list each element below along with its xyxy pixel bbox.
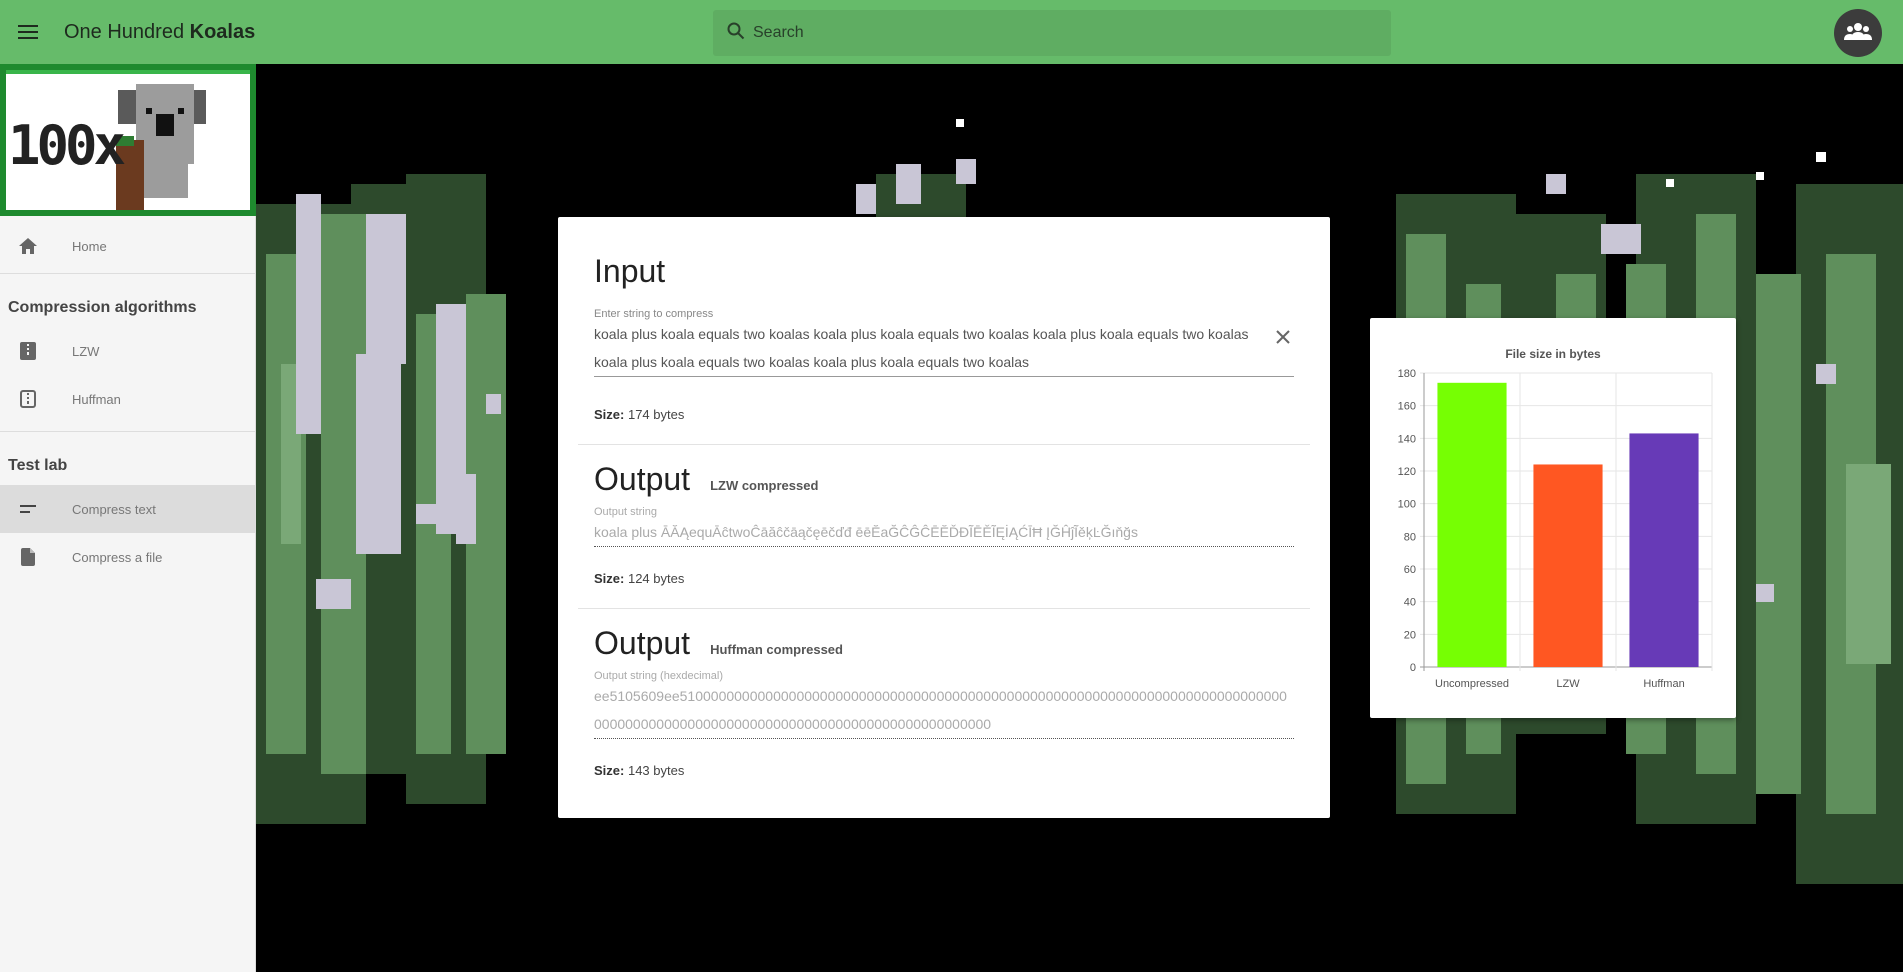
y-tick-label: 160 [1398, 401, 1416, 413]
file-icon [0, 548, 56, 566]
archive-outline-icon [0, 390, 56, 408]
section-heading-test-lab: Test lab [8, 457, 68, 474]
output-label: Output string (hexdecimal) [594, 670, 723, 682]
clear-icon[interactable] [1276, 330, 1290, 349]
sidebar-item-label: Compress a file [72, 549, 163, 565]
y-tick-label: 140 [1398, 433, 1416, 445]
output-title-text: Output [594, 461, 691, 497]
sidebar-item-label: LZW [72, 343, 100, 359]
top-app-bar: One Hundred Koalas [0, 0, 1903, 64]
y-tick-label: 80 [1404, 531, 1416, 543]
short-text-icon [0, 505, 56, 513]
output-subtitle: Huffman compressed [710, 642, 843, 657]
logo: 100x [0, 64, 256, 216]
sidebar-item-lzw[interactable]: LZW [0, 327, 255, 375]
bar-uncompressed[interactable] [1437, 382, 1507, 667]
lzw-output-text[interactable]: koala plus ĀĂĄequĀĉtwoĈāăĉčāąčęēčďđ ēēĔa… [594, 518, 1294, 547]
output-subtitle: LZW compressed [710, 478, 819, 493]
input-section: Input Enter string to compress koala plu… [558, 217, 1330, 422]
y-tick-label: 120 [1398, 466, 1416, 478]
chart-title: File size in bytes [1505, 347, 1601, 361]
y-tick-label: 0 [1410, 662, 1416, 674]
bar-lzw[interactable] [1533, 464, 1603, 667]
archive-icon [0, 342, 56, 360]
y-tick-label: 60 [1404, 564, 1416, 576]
compress-text-card: Input Enter string to compress koala plu… [558, 217, 1330, 818]
lzw-output-field[interactable]: Output string koala plus ĀĂĄequĀĉtwoĈāăĉ… [594, 506, 1294, 547]
output-title-text: Output [594, 625, 691, 661]
x-tick-label: Uncompressed [1435, 678, 1509, 690]
section-heading-compression-algorithms: Compression algorithms [8, 299, 197, 316]
sidebar-item-compress-text[interactable]: Compress text [0, 485, 255, 533]
menu-icon[interactable] [0, 0, 56, 64]
input-title: Input [594, 253, 666, 289]
sidebar-item-label: Home [72, 238, 107, 254]
input-field[interactable]: Enter string to compress koala plus koal… [594, 308, 1294, 377]
sidebar-item-home[interactable]: Home [0, 222, 255, 270]
huffman-output-field[interactable]: Output string (hexdecimal) ee5105609ee51… [594, 670, 1294, 739]
sidebar-item-label: Compress text [72, 501, 156, 517]
size-value: 124 bytes [627, 571, 685, 586]
users-avatar-button[interactable] [1834, 9, 1882, 57]
huffman-output-size: Size: 143 bytes [594, 763, 1294, 778]
y-tick-label: 20 [1404, 629, 1416, 641]
chart-bars [1437, 382, 1699, 667]
size-label: Size: [594, 407, 625, 422]
y-tick-label: 40 [1404, 597, 1416, 609]
home-icon [0, 237, 56, 255]
sidebar-item-compress-file[interactable]: Compress a file [0, 533, 255, 581]
chart-card: File size in bytes 0 20 40 60 80 100 120 140 160… [1370, 318, 1736, 718]
file-size-bar-chart: File size in bytes 0 20 40 60 80 100 120 140 160… [1398, 347, 1713, 690]
y-tick-label: 100 [1398, 499, 1416, 511]
size-label: Size: [594, 571, 625, 586]
size-label: Size: [594, 763, 625, 778]
huffman-output-title: Output Huffman compressed [594, 625, 1294, 662]
app-title-bold: Koalas [189, 20, 256, 43]
search-icon [727, 22, 745, 45]
output-label: Output string [594, 506, 657, 518]
sidebar: 100x Home Compression algorithms LZW Huf… [0, 64, 256, 972]
app-title: One Hundred Koalas [64, 21, 255, 44]
chart-y-axis: 0 20 40 60 80 100 120 140 160 180 [1398, 368, 1416, 674]
input-text[interactable]: koala plus koala equals two koalas koala… [594, 320, 1260, 376]
bar-huffman[interactable] [1629, 433, 1699, 667]
sidebar-item-label: Huffman [72, 391, 121, 407]
divider [0, 273, 255, 274]
lzw-output-size: Size: 124 bytes [594, 571, 1294, 586]
chart-x-axis: Uncompressed LZW Huffman [1435, 678, 1685, 690]
x-tick-label: LZW [1556, 678, 1580, 690]
lzw-output-title: Output LZW compressed [594, 461, 1294, 498]
group-icon [1844, 22, 1872, 45]
search-bar[interactable] [713, 10, 1391, 56]
y-tick-label: 180 [1398, 368, 1416, 380]
app-title-prefix: One Hundred [64, 20, 185, 43]
sidebar-item-huffman[interactable]: Huffman [0, 375, 255, 423]
input-label: Enter string to compress [594, 308, 714, 320]
divider [0, 431, 255, 432]
size-value: 174 bytes [627, 407, 685, 422]
lzw-output-section: Output LZW compressed Output string koal… [558, 445, 1330, 586]
input-size: Size: 174 bytes [594, 407, 1294, 422]
logo-text: 100x [8, 114, 126, 177]
huffman-output-text[interactable]: ee5105609ee51000000000000000000000000000… [594, 682, 1294, 739]
huffman-output-section: Output Huffman compressed Output string … [558, 609, 1330, 778]
size-value: 143 bytes [627, 763, 685, 778]
search-input[interactable] [753, 24, 1353, 42]
x-tick-label: Huffman [1643, 678, 1684, 690]
